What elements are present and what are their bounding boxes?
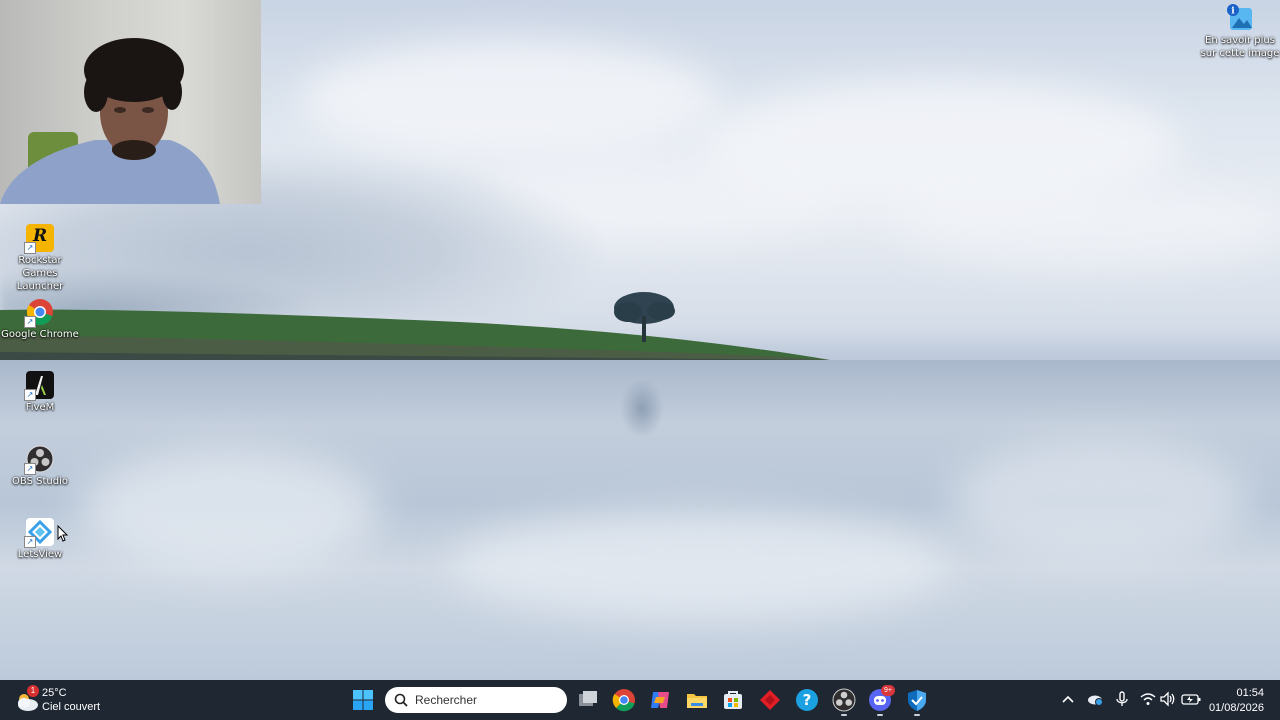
taskbar-store[interactable] [721, 688, 745, 712]
taskbar-help[interactable]: ? [795, 688, 819, 712]
cloud-sync-icon [1088, 695, 1103, 706]
tray-wifi[interactable] [1139, 690, 1157, 708]
desktop-icon-label: OBS Studio [12, 476, 68, 487]
chevron-up-icon [1062, 695, 1074, 703]
app-red-icon [760, 690, 780, 710]
file-explorer-icon [687, 694, 707, 708]
webcam-overlay [0, 0, 261, 204]
taskbar-clock[interactable]: 01:54 01/08/2026 [1209, 686, 1264, 716]
volume-icon [1160, 691, 1175, 707]
mouse-cursor-icon [57, 525, 69, 542]
svg-text:i: i [1231, 7, 1235, 17]
defender-icon [908, 690, 926, 711]
tray-microphone[interactable] [1113, 690, 1131, 708]
tree [614, 292, 675, 342]
search-icon [394, 693, 408, 707]
taskbar-discord[interactable]: 9+ [868, 685, 895, 712]
weather-widget[interactable]: 1 25°C Ciel couvert [14, 685, 134, 717]
chrome-icon [612, 689, 635, 712]
microphone-icon [1116, 691, 1128, 706]
rockstar-icon: R ↗ [24, 224, 54, 254]
running-indicator [841, 714, 847, 716]
clock-date: 01/08/2026 [1208, 702, 1264, 714]
svg-text:?: ? [803, 691, 812, 709]
search-placeholder: Rechercher [415, 693, 478, 707]
taskbar-red-app[interactable] [758, 688, 782, 712]
image-info-icon: i [1226, 4, 1254, 32]
weather-temperature: 25°C [42, 687, 67, 699]
tree-reflection [620, 378, 664, 438]
fivem-icon: ↗ [24, 371, 54, 401]
taskbar-file-explorer[interactable] [685, 688, 709, 712]
running-indicator [914, 714, 920, 716]
learn-about-image-shortcut[interactable]: i En savoir plus sur cette image [1200, 4, 1280, 60]
battery-charging-icon [1181, 694, 1201, 705]
learn-about-image-label: En savoir plus sur cette image [1200, 35, 1280, 59]
tray-volume[interactable] [1159, 690, 1177, 708]
desktop-icon-chrome[interactable]: ↗ Google Chrome [1, 298, 79, 341]
desktop-icon-label: Google Chrome [1, 329, 79, 340]
store-icon [724, 691, 742, 709]
task-view-button[interactable] [576, 688, 600, 712]
running-indicator [877, 714, 883, 716]
cloud-reflection [950, 440, 1250, 560]
cloud [300, 40, 720, 160]
obs-icon [832, 688, 856, 712]
taskbar-chrome[interactable] [612, 688, 636, 712]
start-icon [353, 690, 373, 710]
copilot-icon [651, 692, 669, 708]
grassy-peninsula [0, 309, 830, 366]
tray-battery[interactable] [1181, 690, 1201, 708]
desktop-icon-fivem[interactable]: ↗ FiveM [1, 371, 79, 414]
cloud-reflection [80, 450, 380, 570]
taskbar-obs[interactable] [832, 688, 856, 712]
desktop-icon-label: LetsView [17, 549, 63, 560]
desktop-icon-obs[interactable]: ↗ OBS Studio [1, 445, 79, 488]
tray-onedrive[interactable] [1086, 690, 1104, 708]
start-button[interactable] [351, 688, 375, 712]
desktop-icon-label: FiveM [25, 402, 55, 413]
obs-icon: ↗ [24, 445, 54, 475]
clock-time: 01:54 [1236, 687, 1264, 699]
help-icon: ? [796, 689, 818, 711]
letsview-icon: ↗ [24, 518, 54, 548]
cloud-reflection [450, 510, 950, 620]
discord-notification-badge: 9+ [881, 685, 895, 696]
task-view-icon [579, 691, 597, 706]
lake-water [0, 360, 1280, 680]
weather-condition: Ciel couvert [42, 701, 101, 713]
desktop-icon-rockstar[interactable]: R ↗ Rockstar Games Launcher [1, 224, 79, 293]
taskbar-copilot[interactable] [648, 688, 672, 712]
show-hidden-icons-button[interactable] [1059, 690, 1077, 708]
taskbar-search-box[interactable]: Rechercher [385, 687, 567, 713]
webcam-person [0, 38, 220, 204]
weather-notification-badge: 1 [27, 685, 39, 697]
chrome-icon: ↗ [24, 298, 54, 328]
cloud [900, 180, 1280, 270]
desktop-icon-label: Rockstar Games Launcher [16, 255, 64, 292]
wifi-icon [1140, 693, 1156, 705]
taskbar-defender[interactable] [905, 688, 929, 712]
